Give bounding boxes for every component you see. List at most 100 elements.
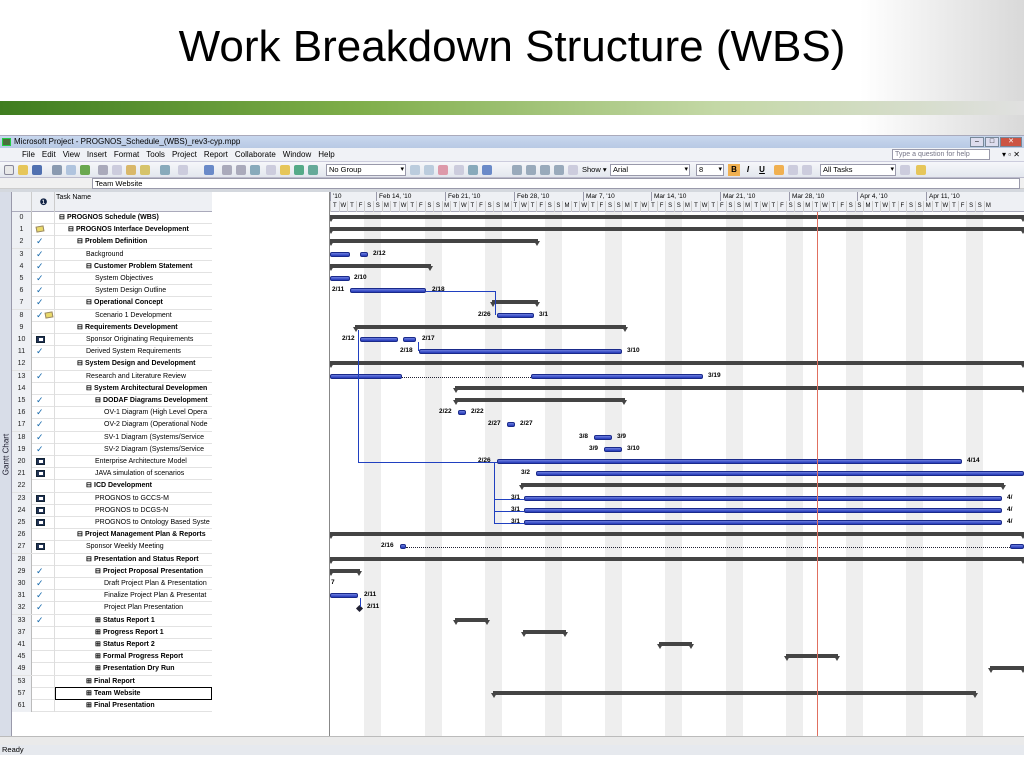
summary-bar[interactable] — [330, 568, 362, 576]
row-id[interactable]: 57 — [12, 687, 32, 700]
row-id[interactable]: 12 — [12, 358, 32, 371]
collapse-icon[interactable]: ⊟ — [77, 322, 83, 334]
table-row[interactable]: 30 ✓ Draft Project Plan & Presentation — [12, 578, 212, 591]
summary-bar[interactable] — [330, 556, 1024, 564]
row-id[interactable]: 5 — [12, 273, 32, 285]
indicators-header-icon[interactable]: ❶ — [33, 192, 55, 212]
collapse-icon[interactable]: ⊟ — [86, 554, 92, 566]
task-bar[interactable] — [524, 520, 1002, 525]
table-row[interactable]: 18 ✓ SV-1 Diagram (Systems/Service — [12, 431, 212, 444]
table-row[interactable]: 24 PROGNOS to DCGS-N — [12, 504, 212, 517]
collapse-icon[interactable]: ⊟ — [95, 395, 101, 407]
task-bar[interactable] — [330, 251, 350, 257]
spelling-icon[interactable] — [80, 165, 90, 175]
table-row[interactable]: 0 ⊟ PROGNOS Schedule (WBS) — [12, 212, 212, 225]
table-row[interactable]: 7 ✓ ⊟ Operational Concept — [12, 297, 212, 310]
task-name-cell[interactable]: Scenario 1 Development — [56, 310, 210, 322]
collapse-icon[interactable]: ⊟ — [86, 383, 92, 395]
task-bar[interactable] — [360, 251, 368, 257]
task-name-cell[interactable]: ⊟ System Design and Development — [56, 358, 210, 370]
summary-bar[interactable] — [330, 215, 1024, 222]
maximize-button[interactable]: □ — [985, 137, 999, 147]
summary-bar[interactable] — [784, 654, 840, 662]
task-bar[interactable] — [403, 337, 416, 342]
menu-format[interactable]: Format — [114, 148, 139, 161]
row-id[interactable]: 22 — [12, 480, 32, 493]
table-row[interactable]: 2 ✓ ⊟ Problem Definition — [12, 236, 212, 249]
collapse-icon[interactable]: ⊟ — [77, 236, 83, 248]
task-name-cell[interactable]: ⊞ Progress Report 1 — [56, 627, 210, 639]
bold-button[interactable]: B — [728, 164, 740, 176]
task-name-cell[interactable]: ⊟ System Architectural Developmen — [56, 383, 210, 395]
task-name-cell[interactable]: ⊟ Operational Concept — [56, 297, 210, 309]
summary-bar[interactable] — [330, 361, 1024, 369]
task-name-cell[interactable]: ⊟ PROGNOS Schedule (WBS) — [56, 212, 210, 224]
italic-button[interactable]: I — [742, 164, 754, 176]
task-name-cell[interactable]: ⊟ PROGNOS Interface Development — [56, 224, 210, 236]
task-name-cell[interactable]: System Objectives — [56, 273, 210, 285]
task-bar[interactable] — [497, 459, 962, 464]
row-id[interactable]: 11 — [12, 346, 32, 359]
row-id[interactable]: 49 — [12, 663, 32, 676]
collapse-icon[interactable]: ⊟ — [86, 261, 92, 273]
task-name-cell[interactable]: PROGNOS to GCCS-M — [56, 493, 210, 505]
assign-resources-icon[interactable] — [294, 165, 304, 175]
task-name-cell[interactable]: ⊟ Requirements Development — [56, 322, 210, 334]
link-tasks-icon[interactable] — [222, 165, 232, 175]
task-name-cell[interactable]: PROGNOS to Ontology Based Syste — [56, 517, 210, 529]
task-name-cell[interactable]: Draft Project Plan & Presentation — [56, 578, 210, 590]
row-id[interactable]: 16 — [12, 407, 32, 420]
task-name-cell[interactable]: ⊟ Project Management Plan & Reports — [56, 529, 210, 541]
print-preview-icon[interactable] — [66, 165, 76, 175]
autofilter-icon[interactable] — [900, 165, 910, 175]
row-id[interactable]: 41 — [12, 639, 32, 651]
expand-icon[interactable]: ⊞ — [95, 615, 101, 627]
task-bar[interactable] — [458, 410, 466, 416]
outdent-icon[interactable] — [512, 165, 522, 175]
task-bar[interactable] — [350, 288, 426, 294]
table-row[interactable]: 8 ✓ Scenario 1 Development — [12, 309, 212, 322]
close-button[interactable]: ✕ — [1000, 137, 1022, 147]
row-id[interactable]: 31 — [12, 590, 32, 603]
entry-field[interactable]: Team Website — [92, 178, 1020, 189]
table-row[interactable]: 19 ✓ SV-2 Diagram (Systems/Service — [12, 443, 212, 456]
row-id[interactable]: 28 — [12, 553, 32, 566]
group-by-select[interactable]: No Group — [326, 164, 406, 176]
task-name-cell[interactable]: ⊞ Status Report 1 — [56, 615, 210, 627]
task-bar[interactable] — [524, 507, 1002, 513]
table-row[interactable]: 1 ⊟ PROGNOS Interface Development — [12, 224, 212, 237]
row-id[interactable]: 27 — [12, 541, 32, 554]
row-id[interactable]: 21 — [12, 468, 32, 481]
minimize-button[interactable]: – — [970, 137, 984, 147]
menu-project[interactable]: Project — [172, 148, 197, 161]
task-bar[interactable] — [330, 373, 402, 379]
collapse-icon[interactable]: ⊟ — [59, 212, 65, 224]
menu-file[interactable]: File — [22, 148, 35, 161]
expand-icon[interactable]: ⊞ — [95, 627, 101, 639]
font-size-select[interactable]: 8 — [696, 164, 724, 176]
task-name-cell[interactable]: Derived System Requirements — [56, 346, 210, 358]
task-name-cell[interactable]: SV-1 Diagram (Systems/Service — [56, 432, 210, 444]
table-row[interactable]: 5 ✓ System Objectives — [12, 273, 212, 286]
expand-icon[interactable]: ⊞ — [95, 651, 101, 663]
menu-help[interactable]: Help — [318, 148, 334, 161]
collapse-icon[interactable]: ⊟ — [95, 566, 101, 578]
row-id[interactable]: 37 — [12, 626, 32, 639]
summary-bar[interactable] — [353, 324, 628, 332]
task-bar[interactable] — [604, 446, 622, 452]
summary-bar[interactable] — [490, 300, 540, 308]
save-icon[interactable] — [32, 165, 42, 175]
note-icon[interactable] — [44, 310, 54, 319]
task-bar[interactable] — [524, 495, 1002, 501]
expand-icon[interactable]: ⊞ — [86, 688, 92, 699]
task-information-icon[interactable] — [266, 165, 276, 175]
row-id[interactable]: 13 — [12, 370, 32, 383]
task-bar[interactable] — [507, 422, 515, 428]
expand-icon[interactable]: ⊞ — [95, 639, 101, 651]
table-row[interactable]: 23 PROGNOS to GCCS-M — [12, 492, 212, 505]
table-row[interactable]: 16 ✓ OV-1 Diagram (High Level Opera — [12, 407, 212, 420]
summary-bar[interactable] — [453, 385, 1024, 393]
table-row[interactable]: 37 ⊞ Progress Report 1 — [12, 626, 212, 639]
horizontal-scrollbar[interactable] — [0, 736, 1024, 745]
format-painter-icon[interactable] — [140, 165, 150, 175]
